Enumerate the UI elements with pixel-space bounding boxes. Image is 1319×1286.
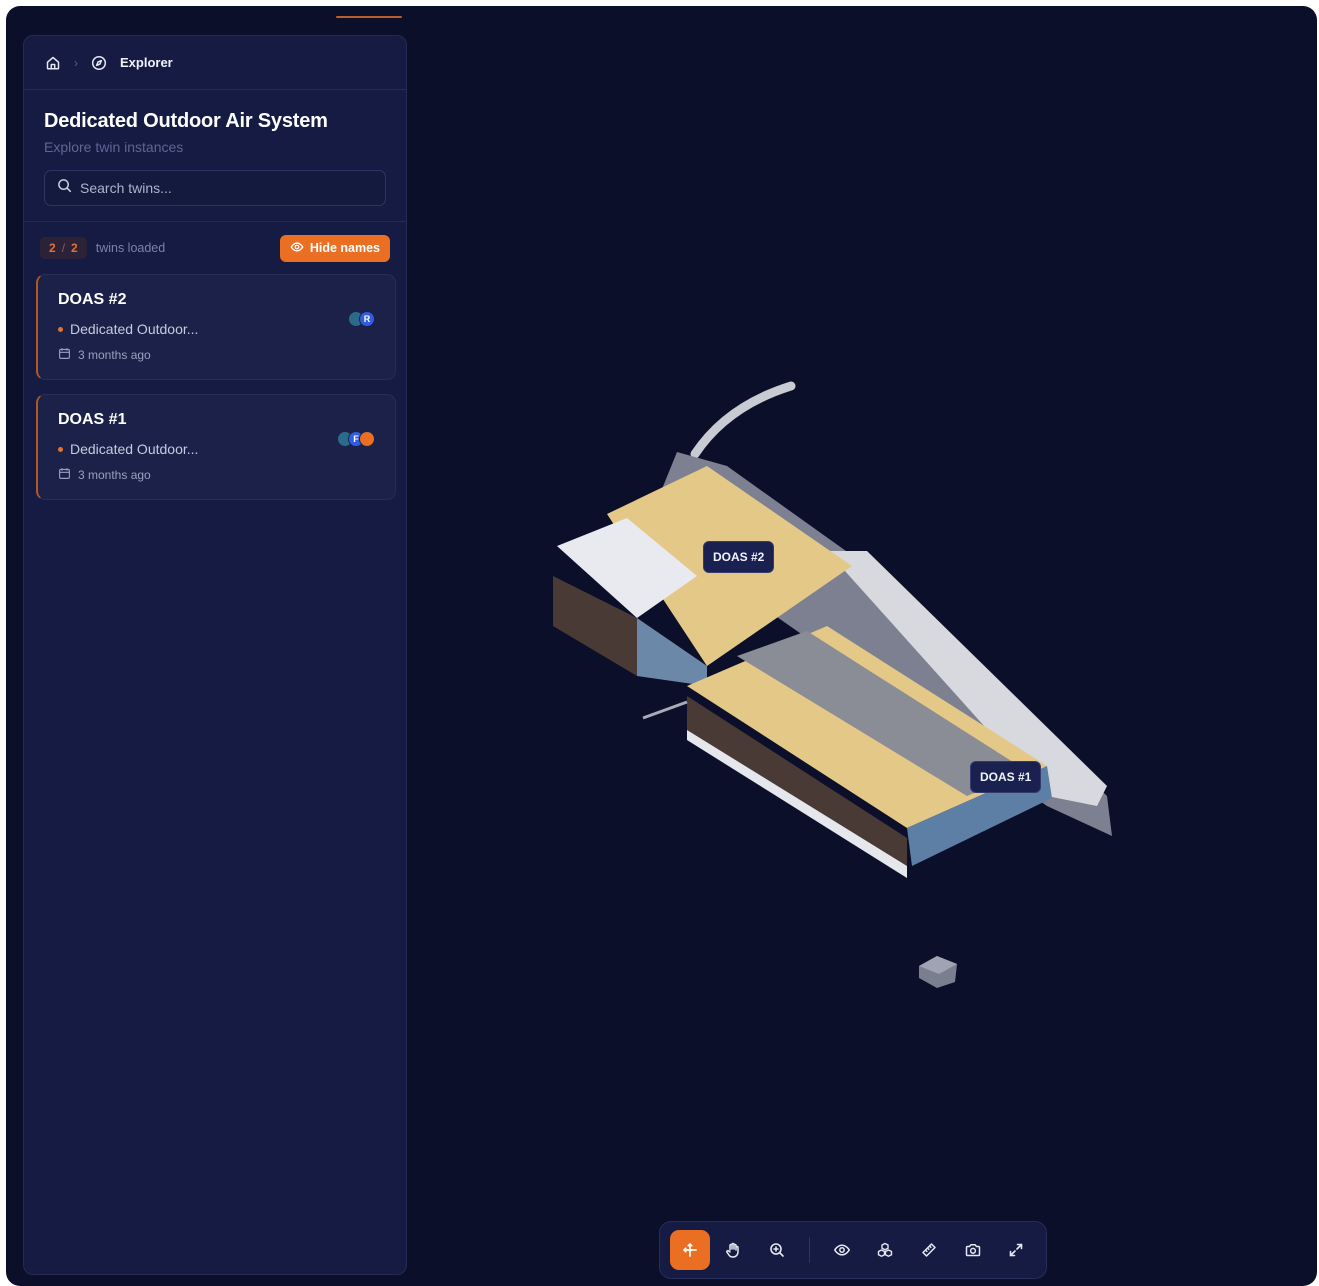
compass-icon bbox=[90, 54, 108, 72]
twin-time: 3 months ago bbox=[58, 347, 375, 363]
twin-card[interactable]: DOAS #2 Dedicated Outdoor... 3 months ag… bbox=[36, 274, 396, 380]
hide-names-button[interactable]: Hide names bbox=[279, 234, 390, 262]
building-model bbox=[553, 381, 1112, 988]
twin-time-label: 3 months ago bbox=[78, 348, 151, 362]
status-dot bbox=[58, 446, 63, 452]
twin-type: Dedicated Outdoor... bbox=[58, 441, 375, 457]
measure-icon[interactable] bbox=[909, 1230, 949, 1270]
twin-time: 3 months ago bbox=[58, 467, 375, 483]
twin-type: Dedicated Outdoor... bbox=[58, 321, 375, 337]
count-separator: / bbox=[61, 241, 66, 255]
loaded-count: 2 bbox=[49, 241, 56, 255]
calendar-icon bbox=[58, 347, 71, 363]
twin-time-label: 3 months ago bbox=[78, 468, 151, 482]
loaded-label: twins loaded bbox=[95, 241, 166, 255]
explorer-sidebar: › Explorer Dedicated Outdoor Air System … bbox=[23, 35, 407, 1275]
model-viewport[interactable]: DOAS #2 DOAS #1 bbox=[407, 6, 1317, 1286]
orbit-icon[interactable] bbox=[670, 1230, 710, 1270]
eye-icon bbox=[290, 240, 304, 257]
total-count: 2 bbox=[71, 241, 78, 255]
home-icon[interactable] bbox=[44, 54, 62, 72]
chevron-right-icon: › bbox=[74, 55, 78, 70]
breadcrumb-current[interactable]: Explorer bbox=[120, 55, 173, 70]
app-window: › Explorer Dedicated Outdoor Air System … bbox=[6, 6, 1317, 1286]
twin-name: DOAS #1 bbox=[58, 411, 127, 428]
breadcrumb: › Explorer bbox=[24, 36, 406, 90]
top-accent-bar bbox=[336, 16, 402, 18]
model-label[interactable]: DOAS #1 bbox=[970, 761, 1042, 793]
explode-icon[interactable] bbox=[865, 1230, 905, 1270]
search-input[interactable] bbox=[80, 180, 373, 196]
visibility-icon[interactable] bbox=[822, 1230, 862, 1270]
model-label[interactable]: DOAS #2 bbox=[703, 541, 775, 573]
loaded-count-badge: 2 / 2 bbox=[40, 237, 87, 259]
page-title: Dedicated Outdoor Air System bbox=[44, 110, 328, 132]
twin-name: DOAS #2 bbox=[58, 291, 127, 308]
zoom-icon[interactable] bbox=[757, 1230, 797, 1270]
panel-header: Dedicated Outdoor Air System Explore twi… bbox=[24, 90, 406, 222]
twin-card[interactable]: DOAS #1 Dedicated Outdoor... 3 months ag… bbox=[36, 394, 396, 500]
collaborator-avatars: F bbox=[337, 431, 375, 447]
status-dot bbox=[58, 326, 63, 332]
hide-names-label: Hide names bbox=[309, 241, 380, 255]
page-subtitle: Explore twin instances bbox=[44, 139, 184, 155]
pan-icon[interactable] bbox=[714, 1230, 754, 1270]
avatar bbox=[359, 431, 375, 447]
search-icon bbox=[57, 178, 72, 198]
twin-type-label: Dedicated Outdoor... bbox=[70, 321, 199, 337]
toolbar-divider bbox=[808, 1237, 810, 1263]
status-row: 2 / 2 twins loaded Hide names bbox=[24, 222, 406, 274]
viewer-toolbar bbox=[659, 1221, 1047, 1279]
fullscreen-icon[interactable] bbox=[996, 1230, 1036, 1270]
search-box[interactable] bbox=[44, 170, 386, 206]
calendar-icon bbox=[58, 467, 71, 483]
camera-icon[interactable] bbox=[953, 1230, 993, 1270]
avatar: R bbox=[359, 311, 375, 327]
collaborator-avatars: R bbox=[348, 311, 375, 327]
twin-type-label: Dedicated Outdoor... bbox=[70, 441, 199, 457]
